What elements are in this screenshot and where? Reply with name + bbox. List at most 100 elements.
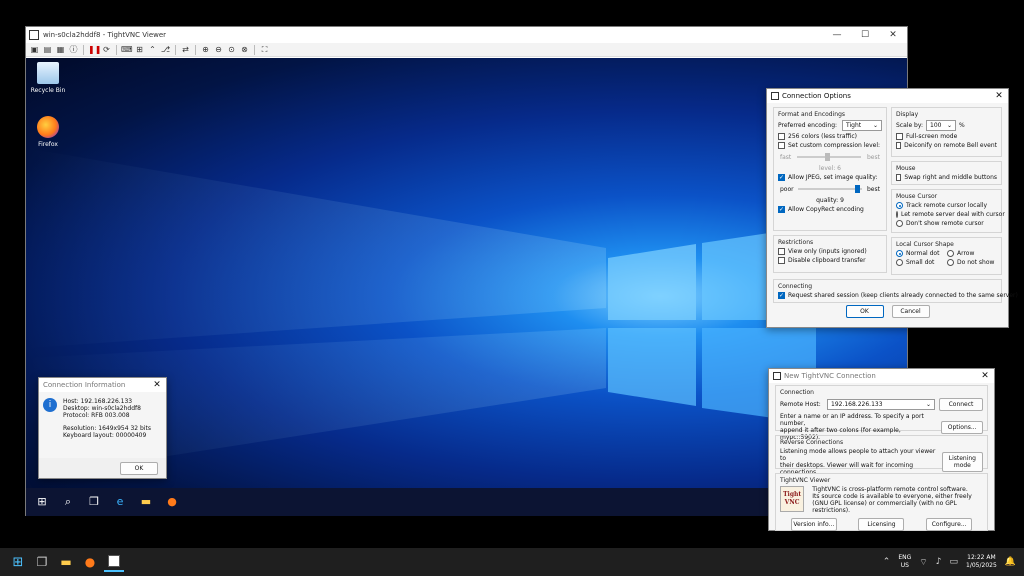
ok-button[interactable]: OK <box>845 305 884 318</box>
configure-button[interactable]: Configure... <box>926 518 973 531</box>
close-icon[interactable]: ✕ <box>990 91 1008 101</box>
task-view-icon[interactable]: ❐ <box>32 552 52 572</box>
firefox-icon[interactable]: ● <box>164 494 180 510</box>
battery-icon[interactable]: ▭ <box>950 557 959 567</box>
ctrl-key-icon[interactable]: ⌃ <box>147 44 158 55</box>
vnc-app-icon <box>773 372 781 380</box>
start-icon[interactable]: ⊞ <box>8 552 28 572</box>
zoom-in-icon[interactable]: ⊕ <box>200 44 211 55</box>
close-icon[interactable]: ✕ <box>148 380 166 390</box>
disable-clipboard-checkbox[interactable] <box>778 257 785 264</box>
normal-dot-radio[interactable] <box>896 250 903 257</box>
save-icon[interactable]: ▤ <box>42 44 53 55</box>
notification-bell-icon[interactable]: 🔔 <box>1005 557 1016 567</box>
minimize-button[interactable]: — <box>823 30 851 40</box>
view-only-checkbox[interactable] <box>778 248 785 255</box>
pause-icon[interactable]: ❚❚ <box>88 44 101 55</box>
new-connection-icon[interactable]: ▣ <box>29 44 40 55</box>
new-connection-dialog[interactable]: New TightVNC Connection ✕ Connection Rem… <box>768 368 995 531</box>
chevron-up-icon[interactable]: ⌃ <box>883 557 891 567</box>
search-icon[interactable]: ⌕ <box>60 494 76 510</box>
tightvnc-viewer-group: TightVNC Viewer Tight VNC TightVNC is cr… <box>775 473 988 531</box>
preferred-encoding-select[interactable]: Tight ⌄ <box>842 120 882 131</box>
connect-button[interactable]: Connect <box>939 398 983 411</box>
cancel-button[interactable]: Cancel <box>891 305 930 318</box>
licensing-button[interactable]: Licensing <box>858 518 905 531</box>
deiconify-checkbox[interactable] <box>896 142 902 149</box>
allow-jpeg-checkbox[interactable]: ✓ <box>778 174 785 181</box>
tightvnc-taskbar-icon[interactable] <box>104 552 124 572</box>
zoom-out-icon[interactable]: ⊖ <box>213 44 224 55</box>
shared-session-checkbox[interactable]: ✓ <box>778 292 785 299</box>
custom-compression-checkbox[interactable] <box>778 142 785 149</box>
viewer-title: win-s0cla2hddf8 - TightVNC Viewer <box>43 31 167 39</box>
clock[interactable]: 12:22 AM 1/05/2025 <box>966 554 997 570</box>
connection-options-dialog[interactable]: Connection Options ✕ Format and Encoding… <box>766 88 1018 328</box>
file-explorer-icon[interactable]: ▬ <box>56 552 76 572</box>
compression-slider[interactable] <box>797 153 862 161</box>
radio-label: Track remote cursor locally <box>906 202 988 209</box>
firefox-label: Firefox <box>38 141 58 148</box>
select-value: 192.168.226.133 <box>831 401 883 408</box>
about-text: (GNU GPL license) or commercially (with … <box>812 500 957 514</box>
version-info-button[interactable]: Version info... <box>790 518 837 531</box>
alt-key-icon[interactable]: ⎇ <box>160 44 171 55</box>
fullscreen-icon[interactable]: ⛶ <box>259 44 270 55</box>
options-button[interactable]: Options... <box>941 420 983 434</box>
reverse-text: Listening mode allows people to attach y… <box>780 448 936 462</box>
zoom-100-icon[interactable]: ⊙ <box>226 44 237 55</box>
close-button[interactable]: ✕ <box>879 30 907 40</box>
about-text: TightVNC is cross-platform remote contro… <box>812 486 968 493</box>
close-icon[interactable]: ✕ <box>976 371 994 381</box>
chevron-down-icon: ⌄ <box>872 122 878 129</box>
swap-buttons-checkbox[interactable] <box>896 174 902 181</box>
start-icon[interactable]: ⊞ <box>34 494 50 510</box>
copyrect-checkbox[interactable]: ✓ <box>778 206 785 213</box>
toolbar-separator <box>116 44 117 55</box>
percent-label: % <box>959 122 965 129</box>
fullscreen-checkbox[interactable] <box>896 133 903 140</box>
arrow-radio[interactable] <box>947 250 954 257</box>
zoom-fit-icon[interactable]: ⊗ <box>239 44 250 55</box>
info-icon[interactable]: ⓘ <box>68 44 79 55</box>
dont-show-cursor-radio[interactable] <box>896 220 903 227</box>
file-explorer-icon[interactable]: ▬ <box>138 494 154 510</box>
transfer-files-icon[interactable]: ⇄ <box>180 44 191 55</box>
maximize-button[interactable]: ☐ <box>851 30 879 40</box>
scale-select[interactable]: 100 ⌄ <box>926 120 956 131</box>
language-indicator[interactable]: ENG US <box>898 554 911 570</box>
options-icon[interactable]: ▦ <box>55 44 66 55</box>
jpeg-quality-slider[interactable] <box>798 185 863 193</box>
group-label: Display <box>896 111 919 118</box>
ok-button[interactable]: OK <box>120 462 158 475</box>
track-cursor-radio[interactable] <box>896 202 903 209</box>
colors256-checkbox[interactable] <box>778 133 785 140</box>
listening-mode-button[interactable]: Listening mode <box>941 452 983 472</box>
compression-level-label: level: 6 <box>818 165 841 172</box>
dialog-title: Connection Information <box>43 381 126 389</box>
small-dot-radio[interactable] <box>896 259 903 266</box>
firefox-shortcut[interactable]: Firefox <box>26 116 70 148</box>
let-server-radio[interactable] <box>896 211 898 218</box>
tightvnc-logo: Tight VNC <box>780 486 805 512</box>
system-tray: ⌃ ENG US ⌔ ♪ ▭ 12:22 AM 1/05/2025 🔔 <box>883 548 1016 576</box>
chevron-down-icon: ⌄ <box>925 401 931 408</box>
checkbox-label: 256 colors (less traffic) <box>788 133 857 140</box>
volume-icon[interactable]: ♪ <box>936 557 942 567</box>
viewer-toolbar: ▣ ▤ ▦ ⓘ ❚❚ ⟳ ⌨ ⊞ ⌃ ⎇ ⇄ ⊕ ⊖ ⊙ ⊗ ⛶ <box>26 43 907 57</box>
ctrl-alt-del-icon[interactable]: ⌨ <box>121 44 133 55</box>
task-view-icon[interactable]: ❐ <box>86 494 102 510</box>
recycle-bin-shortcut[interactable]: Recycle Bin <box>26 62 70 94</box>
checkbox-label: View only (inputs ignored) <box>788 248 867 255</box>
firefox-icon[interactable]: ● <box>80 552 100 572</box>
group-label: Restrictions <box>778 239 814 246</box>
radio-label: Arrow <box>957 250 975 257</box>
start-menu-icon[interactable]: ⊞ <box>134 44 145 55</box>
viewer-titlebar[interactable]: win-s0cla2hddf8 - TightVNC Viewer — ☐ ✕ <box>26 27 907 43</box>
wifi-icon[interactable]: ⌔ <box>919 557 927 568</box>
edge-icon[interactable]: e <box>112 494 128 510</box>
connection-information-dialog[interactable]: Connection Information ✕ i Host: 192.168… <box>38 377 167 479</box>
refresh-icon[interactable]: ⟳ <box>101 44 112 55</box>
remote-host-input[interactable]: 192.168.226.133 ⌄ <box>827 399 935 410</box>
do-not-show-radio[interactable] <box>947 259 954 266</box>
